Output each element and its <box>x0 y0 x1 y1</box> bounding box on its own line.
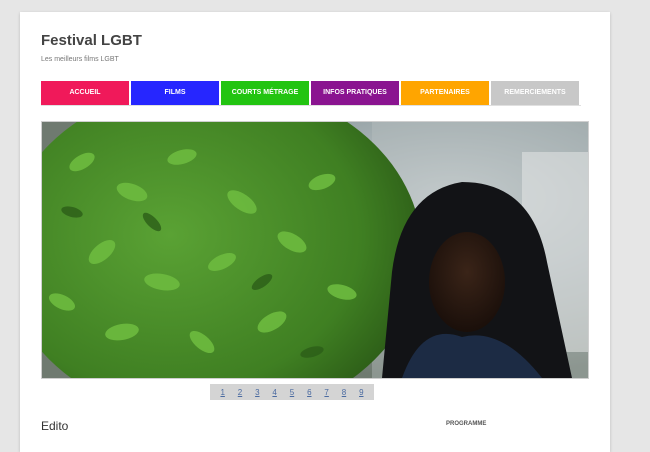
site-description: Les meilleurs films LGBT <box>41 56 119 63</box>
site-title[interactable]: Festival LGBT <box>41 32 142 49</box>
nav-item-accueil[interactable]: Accueil <box>41 81 129 105</box>
slide-image <box>42 122 588 378</box>
featured-image-slider[interactable] <box>41 121 589 379</box>
nav-item-remerciements[interactable]: Remerciements <box>491 81 579 105</box>
slider-page-4[interactable]: 4 <box>272 388 276 397</box>
slider-page-1[interactable]: 1 <box>220 388 224 397</box>
nav-item-courts-metrage[interactable]: Courts métrage <box>221 81 309 105</box>
sidebar-widget-title: Programme <box>446 421 487 427</box>
slider-pagination: 1 2 3 4 5 6 7 8 9 <box>210 384 374 400</box>
entry-title[interactable]: Edito <box>41 419 68 433</box>
slider-page-8[interactable]: 8 <box>342 388 346 397</box>
nav-item-films[interactable]: Films <box>131 81 219 105</box>
slider-page-6[interactable]: 6 <box>307 388 311 397</box>
slider-page-7[interactable]: 7 <box>324 388 328 397</box>
nav-item-partenaires[interactable]: Partenaires <box>401 81 489 105</box>
slider-page-9[interactable]: 9 <box>359 388 363 397</box>
slider-page-5[interactable]: 5 <box>290 388 294 397</box>
page-container: Festival LGBT Les meilleurs films LGBT A… <box>20 12 610 452</box>
slider-page-3[interactable]: 3 <box>255 388 259 397</box>
main-navigation: Accueil Films Courts métrage Infos prati… <box>41 81 581 106</box>
slider-page-2[interactable]: 2 <box>238 388 242 397</box>
nav-item-infos-pratiques[interactable]: Infos pratiques <box>311 81 399 105</box>
